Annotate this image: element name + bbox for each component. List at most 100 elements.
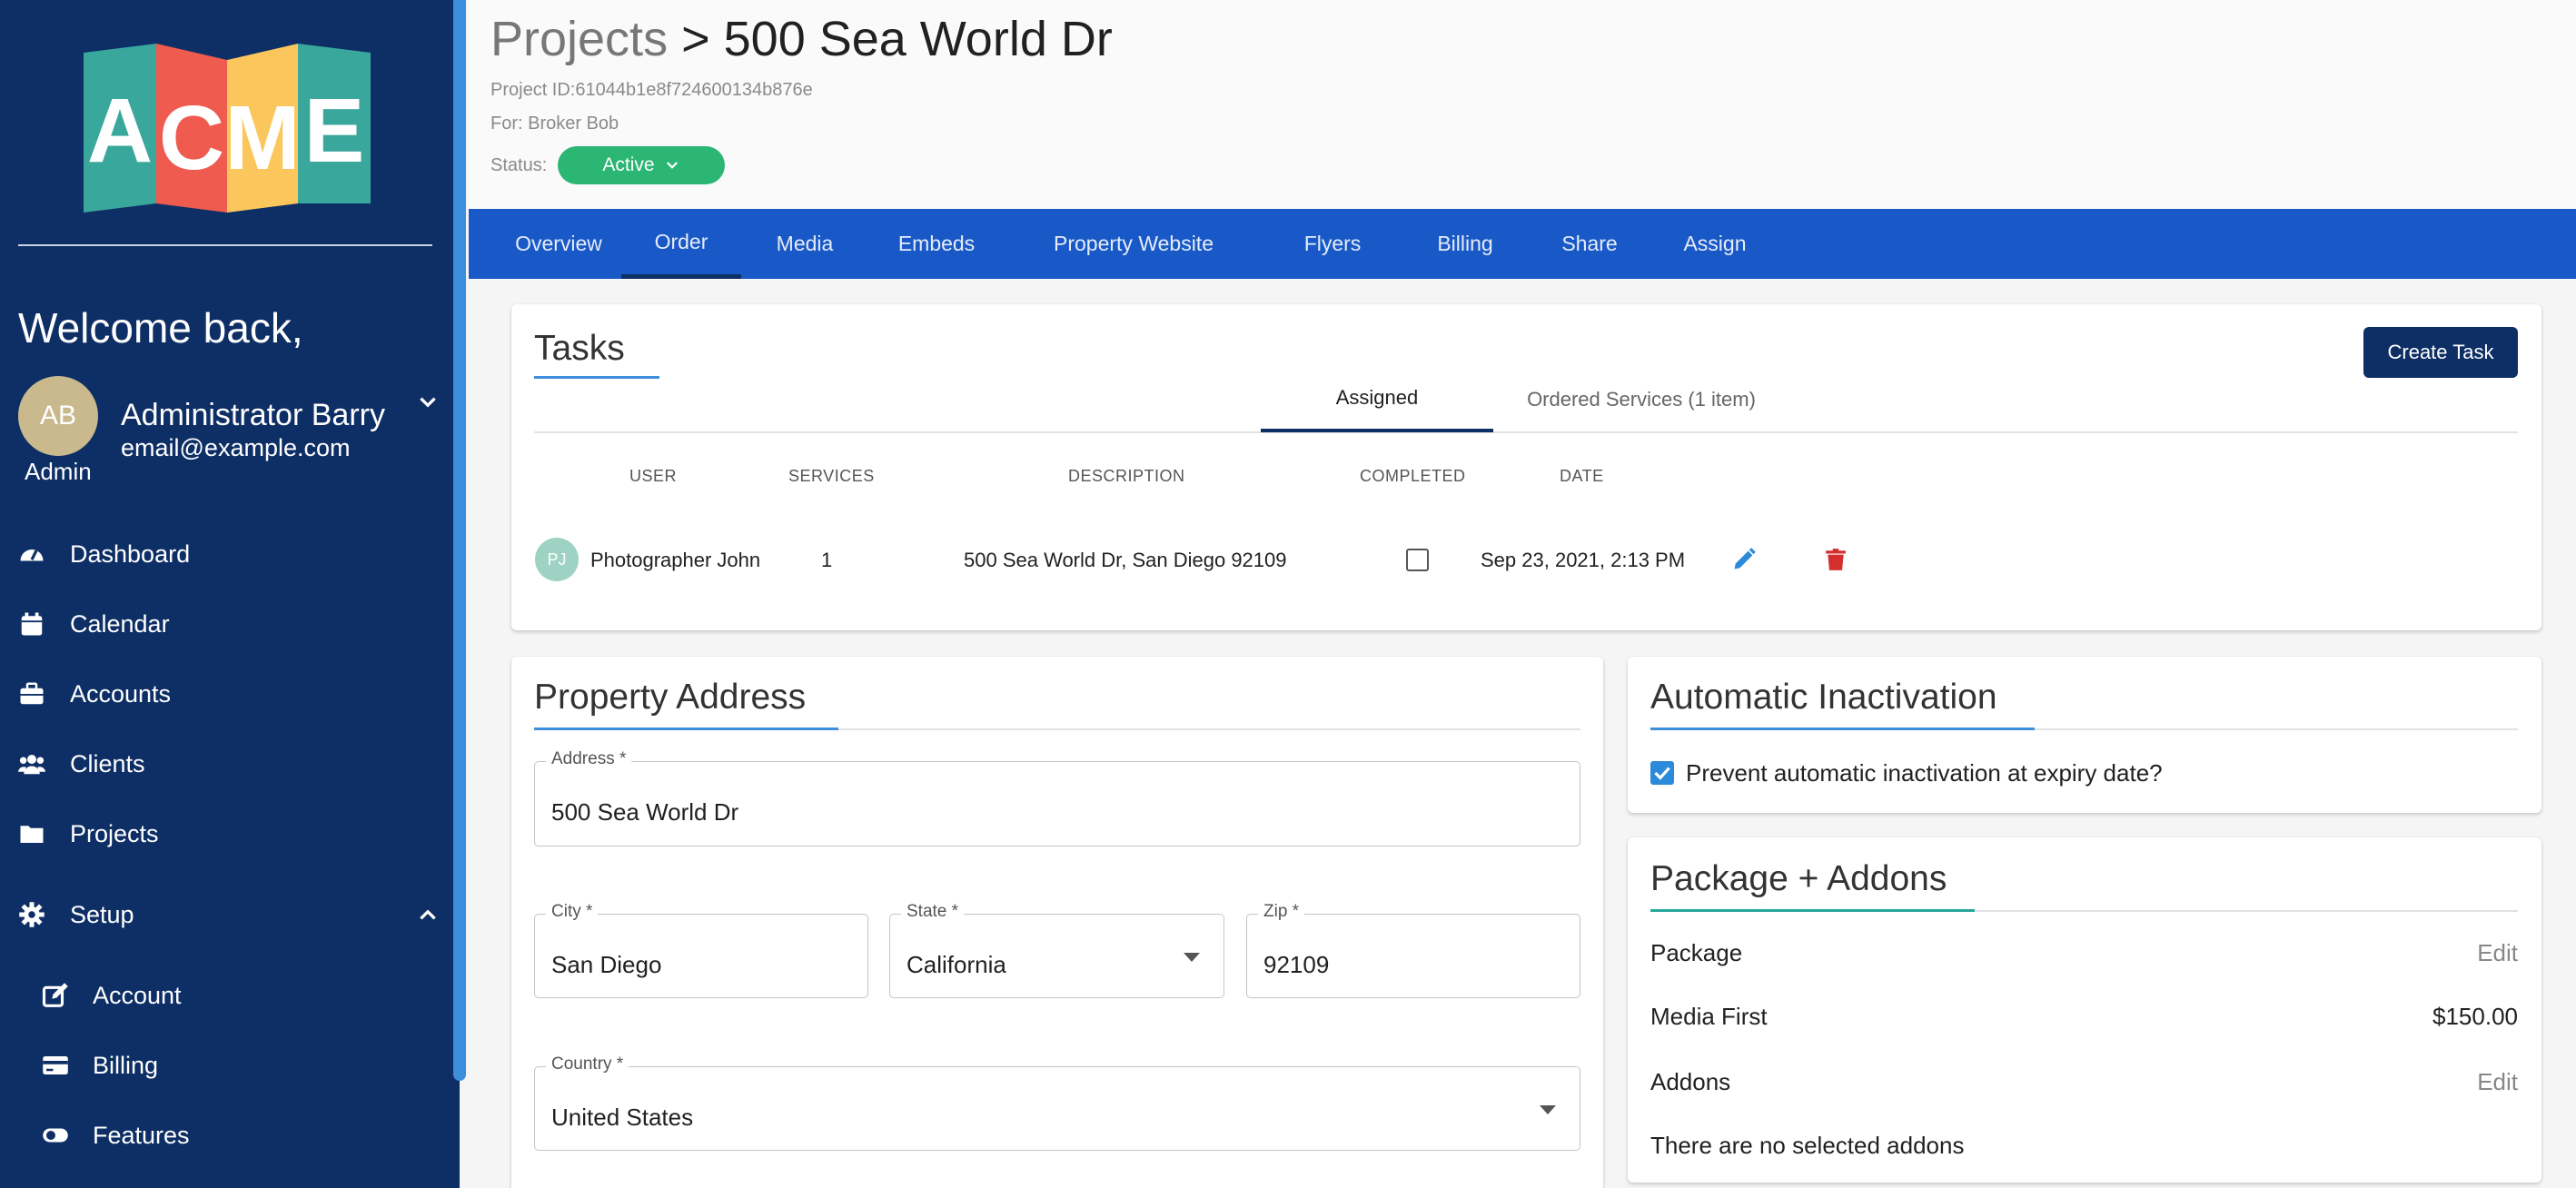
sidebar-item-accounts[interactable]: Accounts — [0, 667, 445, 721]
sidebar-item-projects[interactable]: Projects — [0, 807, 445, 861]
gauge-icon — [20, 549, 44, 561]
column-header-completed: COMPLETED — [1360, 467, 1466, 485]
sidebar-item-calendar[interactable]: Calendar — [0, 597, 445, 651]
country-value: United States — [551, 1104, 694, 1131]
user-avatar[interactable]: AB — [18, 376, 98, 456]
property-address-title: Property Address — [534, 678, 807, 717]
breadcrumb-separator: > — [668, 12, 724, 66]
status-dropdown[interactable]: Active — [558, 146, 725, 184]
state-label: State * — [901, 902, 965, 922]
package-edit-link[interactable]: Edit — [2477, 939, 2518, 967]
tasks-title-underline — [534, 376, 659, 379]
project-tabs: Overview Order Media Embeds Property Web… — [469, 209, 2576, 279]
column-header-description: DESCRIPTION — [1068, 467, 1185, 485]
subtab-assigned[interactable]: Assigned — [1261, 367, 1493, 432]
tab-embeds[interactable]: Embeds — [868, 209, 1005, 279]
tab-overview[interactable]: Overview — [490, 209, 627, 279]
tab-media[interactable]: Media — [741, 209, 868, 279]
addons-edit-link[interactable]: Edit — [2477, 1068, 2518, 1096]
column-header-date: DATE — [1560, 467, 1604, 485]
task-user-avatar: PJ — [535, 538, 579, 581]
sidebar-item-label: Projects — [70, 819, 159, 847]
task-user: Photographer John — [590, 549, 761, 571]
breadcrumb-projects-link[interactable]: Projects — [490, 12, 668, 66]
sidebar-subitem-billing[interactable]: Billing — [0, 1038, 445, 1093]
dropdown-caret-icon — [1184, 953, 1200, 962]
tab-order[interactable]: Order — [621, 209, 741, 279]
column-header-user: USER — [629, 467, 678, 485]
column-header-services: SERVICES — [788, 467, 875, 485]
credit-card-icon — [43, 1056, 68, 1074]
user-menu-chevron-down-icon[interactable] — [416, 391, 440, 414]
package-addons-title: Package + Addons — [1650, 859, 1947, 898]
sidebar-subitem-account[interactable]: Account — [0, 968, 445, 1023]
inactivation-title-underline — [1650, 728, 2035, 730]
sidebar-item-dashboard[interactable]: Dashboard — [0, 527, 445, 581]
task-completed-checkbox[interactable] — [1406, 549, 1429, 571]
calendar-icon — [21, 612, 43, 636]
sidebar-item-label: Account — [93, 981, 182, 1009]
address-field[interactable]: Address * 500 Sea World Dr — [534, 749, 1580, 846]
welcome-text: Welcome back, — [18, 304, 303, 351]
toggle-icon — [43, 1128, 68, 1143]
sidebar-divider — [18, 244, 432, 246]
package-item-row: Media First $150.00 — [1650, 1003, 2518, 1031]
user-email: email@example.com — [121, 434, 351, 461]
project-id: Project ID:61044b1e8f724600134b876e — [490, 80, 813, 100]
edit-icon — [42, 983, 68, 1007]
sidebar-item-label: Setup — [70, 900, 134, 928]
sidebar-item-clients[interactable]: Clients — [0, 737, 445, 791]
chevron-down-icon — [666, 162, 678, 169]
sidebar-item-label: Clients — [70, 749, 145, 777]
logo-letter-c: C — [159, 87, 224, 189]
status-value: Active — [602, 154, 655, 175]
task-date: Sep 23, 2021, 2:13 PM — [1481, 549, 1686, 571]
package-price: $150.00 — [2432, 1003, 2518, 1030]
prevent-inactivation-checkbox[interactable] — [1650, 761, 1674, 785]
package-name: Media First — [1650, 1003, 1768, 1030]
subtab-ordered-services[interactable]: Ordered Services (1 item) — [1493, 367, 1789, 432]
sidebar-item-label: Features — [93, 1121, 190, 1149]
logo-letter-a: A — [87, 80, 153, 182]
pencil-icon[interactable] — [1731, 547, 1757, 572]
create-task-button[interactable]: Create Task — [2363, 327, 2518, 378]
addons-row: Addons Edit — [1650, 1068, 2518, 1096]
logo-letter-m: M — [224, 87, 300, 189]
country-select[interactable]: Country * United States — [534, 1054, 1580, 1151]
tab-property-website[interactable]: Property Website — [1005, 209, 1263, 279]
sidebar-subitem-features[interactable]: Features — [0, 1108, 445, 1163]
sidebar: A C M E Welcome back, AB Administrator B… — [0, 0, 466, 1188]
state-value: California — [907, 951, 1006, 978]
country-label: Country * — [546, 1054, 629, 1074]
folder-icon — [20, 826, 44, 843]
logo-letter-e: E — [304, 80, 365, 182]
sidebar-item-label: Billing — [93, 1051, 159, 1079]
sidebar-item-label: Accounts — [70, 679, 172, 708]
tab-flyers[interactable]: Flyers — [1263, 209, 1402, 279]
prevent-inactivation-label: Prevent automatic inactivation at expiry… — [1686, 759, 2163, 787]
briefcase-icon — [20, 682, 44, 705]
sidebar-item-label: Dashboard — [70, 540, 191, 568]
city-label: City * — [546, 902, 599, 922]
tab-share[interactable]: Share — [1528, 209, 1651, 279]
automatic-inactivation-title: Automatic Inactivation — [1650, 678, 1997, 717]
sidebar-scrollbar[interactable] — [453, 0, 466, 1081]
user-name: Administrator Barry — [121, 398, 385, 432]
project-header: Projects > 500 Sea World Dr Project ID:6… — [469, 0, 2576, 209]
setup-chevron-up-icon[interactable] — [416, 903, 440, 926]
state-select[interactable]: State * California — [889, 902, 1224, 998]
gear-icon — [19, 902, 45, 927]
tab-assign[interactable]: Assign — [1651, 209, 1778, 279]
users-icon — [18, 755, 45, 775]
property-title-underline — [534, 728, 838, 730]
address-value: 500 Sea World Dr — [551, 798, 739, 826]
task-description: 500 Sea World Dr, San Diego 92109 — [964, 549, 1287, 571]
sidebar-item-setup[interactable]: Setup — [0, 887, 445, 942]
user-role: Admin — [25, 458, 92, 485]
acme-logo[interactable]: A C M E — [84, 44, 371, 213]
trash-icon[interactable] — [1824, 547, 1848, 572]
zip-field[interactable]: Zip * 92109 — [1246, 902, 1580, 998]
city-field[interactable]: City * San Diego — [534, 902, 868, 998]
dropdown-caret-icon — [1540, 1105, 1556, 1114]
tab-billing[interactable]: Billing — [1402, 209, 1528, 279]
